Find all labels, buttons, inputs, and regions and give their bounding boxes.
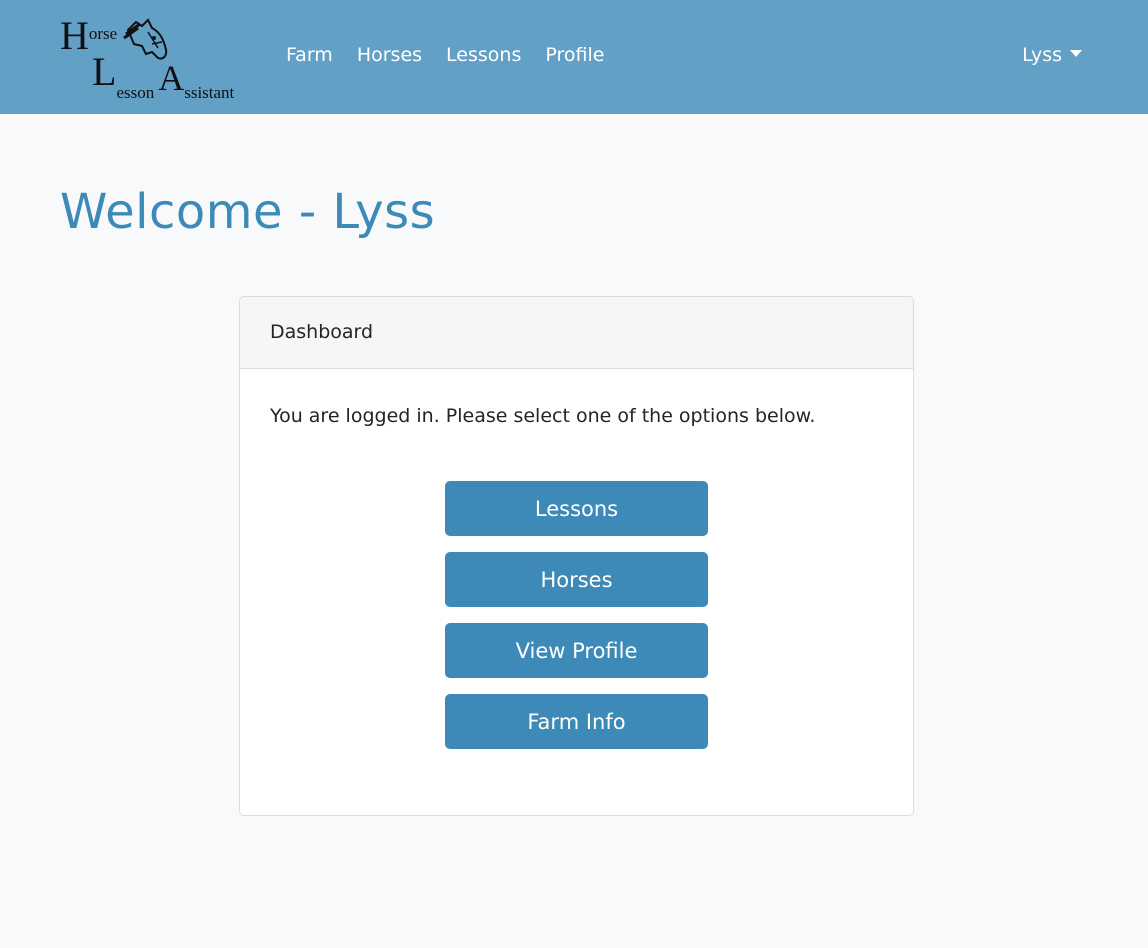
horses-button[interactable]: Horses <box>445 552 708 607</box>
farm-info-button[interactable]: Farm Info <box>445 694 708 749</box>
nav-link-horses[interactable]: Horses <box>357 44 422 66</box>
nav-link-farm[interactable]: Farm <box>286 44 333 66</box>
dashboard-actions: Lessons Horses View Profile Farm Info <box>270 481 883 749</box>
nav-link-profile[interactable]: Profile <box>545 44 604 66</box>
dashboard-card: Dashboard You are logged in. Please sele… <box>239 296 914 816</box>
caret-down-icon <box>1070 49 1082 57</box>
lessons-button[interactable]: Lessons <box>445 481 708 536</box>
user-name: Lyss <box>1022 44 1062 66</box>
main-nav: Farm Horses Lessons Profile <box>286 44 604 66</box>
top-navbar: Horse Lesson Assistant Farm Horses Lesson… <box>0 0 1148 114</box>
page-title: Welcome - Lyss <box>60 184 436 240</box>
user-dropdown[interactable]: Lyss <box>1022 44 1082 66</box>
dashboard-card-header: Dashboard <box>240 297 913 369</box>
dashboard-card-body: You are logged in. Please select one of … <box>240 369 913 749</box>
logo-text-lesson-assistant: Lesson Assistant <box>92 49 235 102</box>
logged-in-message: You are logged in. Please select one of … <box>270 405 816 427</box>
nav-link-lessons[interactable]: Lessons <box>446 44 521 66</box>
view-profile-button[interactable]: View Profile <box>445 623 708 678</box>
brand-logo[interactable]: Horse Lesson Assistant <box>60 16 250 102</box>
